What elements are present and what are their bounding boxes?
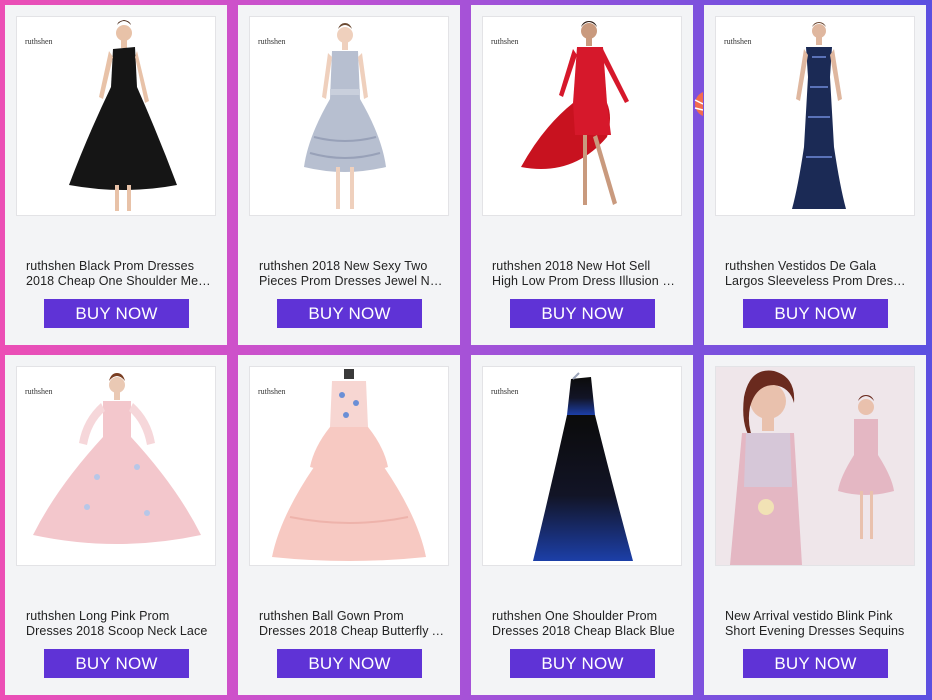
decorative-ball-icon — [694, 92, 703, 116]
product-title[interactable]: ruthshen Long Pink Prom Dresses 2018 Sco… — [26, 609, 212, 639]
product-image[interactable]: ruthshen — [16, 16, 216, 216]
dress-illustration — [272, 369, 426, 561]
product-title[interactable]: ruthshen Black Prom Dresses 2018 Cheap O… — [26, 259, 212, 289]
dress-illustration — [304, 23, 386, 209]
product-card[interactable]: ruthshen ruthshen 2018 New Sexy Two Piec… — [238, 5, 460, 345]
product-card[interactable]: ruthshen ruthshen Long Pink Prom Dresses… — [5, 355, 227, 695]
product-title[interactable]: ruthshen One Shoulder Prom Dresses 2018 … — [492, 609, 678, 639]
product-image[interactable] — [715, 366, 915, 566]
dress-illustration — [33, 373, 201, 544]
buy-now-button[interactable]: BUY NOW — [743, 649, 888, 678]
product-image[interactable]: ruthshen — [249, 366, 449, 566]
dress-illustration — [533, 372, 633, 561]
buy-now-button[interactable]: BUY NOW — [44, 299, 189, 328]
buy-now-button[interactable]: BUY NOW — [510, 299, 655, 328]
model-photo — [716, 367, 914, 565]
product-title[interactable]: ruthshen 2018 New Sexy Two Pieces Prom D… — [259, 259, 445, 289]
product-card[interactable]: ruthshen ruthshen One Shoulder Prom Dres… — [471, 355, 693, 695]
dress-illustration — [69, 20, 177, 211]
product-card[interactable]: ruthshen ruthshen Vestidos De Gala Largo… — [704, 5, 926, 345]
product-grid: ruthshen ruthshen Black Prom Dresses 201… — [5, 5, 927, 695]
buy-now-button[interactable]: BUY NOW — [277, 649, 422, 678]
product-image[interactable]: ruthshen — [482, 366, 682, 566]
product-title[interactable]: ruthshen 2018 New Hot Sell High Low Prom… — [492, 259, 678, 289]
product-title[interactable]: ruthshen Ball Gown Prom Dresses 2018 Che… — [259, 609, 445, 639]
product-title[interactable]: ruthshen Vestidos De Gala Largos Sleevel… — [725, 259, 911, 289]
buy-now-button[interactable]: BUY NOW — [277, 299, 422, 328]
product-image[interactable]: ruthshen — [16, 366, 216, 566]
buy-now-button[interactable]: BUY NOW — [743, 299, 888, 328]
product-card[interactable]: New Arrival vestido Blink Pink Short Eve… — [704, 355, 926, 695]
product-image[interactable]: ruthshen — [482, 16, 682, 216]
dress-illustration — [521, 21, 629, 205]
product-card[interactable]: ruthshen ruthshen Ball Gown Prom Dresses… — [238, 355, 460, 695]
product-title[interactable]: New Arrival vestido Blink Pink Short Eve… — [725, 609, 911, 639]
product-card[interactable]: ruthshen ruthshen Black Prom Dresses 201… — [5, 5, 227, 345]
product-image[interactable]: ruthshen — [249, 16, 449, 216]
buy-now-button[interactable]: BUY NOW — [510, 649, 655, 678]
buy-now-button[interactable]: BUY NOW — [44, 649, 189, 678]
dress-illustration — [792, 22, 846, 209]
product-image[interactable]: ruthshen — [715, 16, 915, 216]
product-card[interactable]: ruthshen ruthshen 2018 New Hot Sell High… — [471, 5, 693, 345]
